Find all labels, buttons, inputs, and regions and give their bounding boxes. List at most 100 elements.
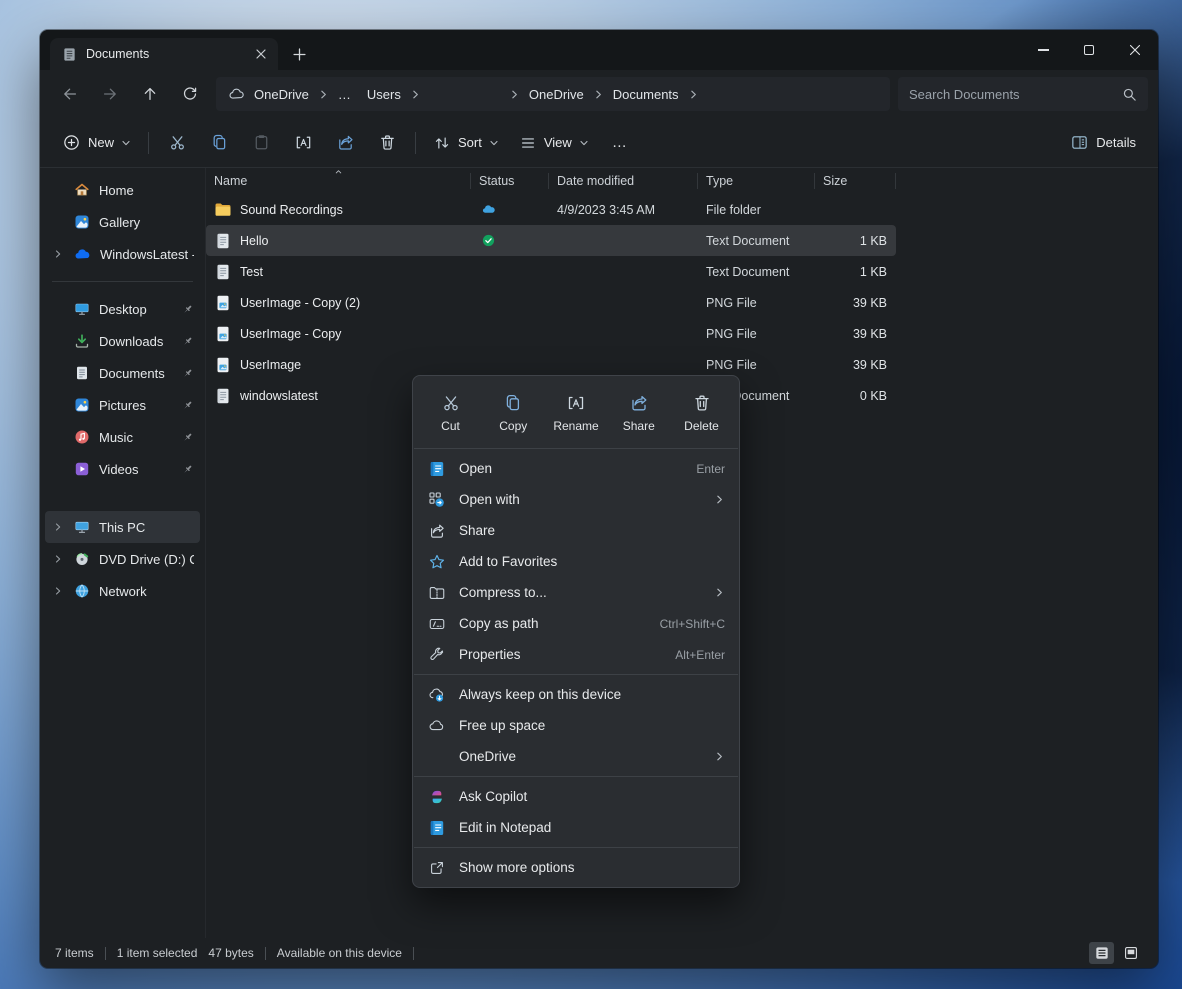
sidebar-item-this-pc[interactable]: This PC: [45, 511, 200, 543]
sidebar-item-downloads[interactable]: Downloads: [45, 325, 200, 357]
menu-item-show-more-options[interactable]: Show more options: [413, 852, 739, 883]
new-button-label: New: [88, 135, 114, 150]
column-header-status[interactable]: Status: [471, 168, 549, 194]
sidebar-item-onedrive-windowslatest[interactable]: WindowsLatest - Pe: [45, 238, 200, 270]
search-input[interactable]: Search Documents: [898, 77, 1148, 111]
more-options-button[interactable]: …: [600, 125, 640, 161]
menu-item-properties[interactable]: Properties Alt+Enter: [413, 639, 739, 670]
minimize-button[interactable]: [1020, 30, 1066, 70]
copilot-icon: [427, 787, 446, 806]
arrow-right-icon: [101, 85, 119, 103]
column-header-type[interactable]: Type: [698, 168, 815, 194]
file-row-hello-selected[interactable]: Hello Text Document 1 KB: [206, 225, 896, 256]
address-bar-row: OneDrive … Users OneDrive Documents Sear…: [40, 70, 1158, 118]
file-name: Hello: [240, 234, 269, 248]
paste-button[interactable]: [241, 125, 281, 161]
refresh-button[interactable]: [170, 76, 210, 112]
column-header-name[interactable]: Name: [206, 168, 471, 194]
back-button[interactable]: [50, 76, 90, 112]
breadcrumb-segment-users[interactable]: Users: [360, 84, 408, 105]
menu-item-share[interactable]: Share: [413, 515, 739, 546]
chevron-right-icon: [53, 554, 63, 564]
menu-item-edit-in-notepad[interactable]: Edit in Notepad: [413, 812, 739, 843]
menu-item-open[interactable]: Open Enter: [413, 453, 739, 484]
menu-item-onedrive[interactable]: OneDrive: [413, 741, 739, 772]
close-icon: [256, 49, 266, 59]
maximize-icon: [1084, 45, 1094, 55]
tab-documents[interactable]: Documents: [50, 38, 278, 70]
details-pane-button[interactable]: Details: [1061, 125, 1145, 161]
new-tab-button[interactable]: [284, 39, 314, 69]
sidebar-item-desktop[interactable]: Desktop: [45, 293, 200, 325]
sidebar-item-music[interactable]: Music: [45, 421, 200, 453]
dvd-drive-icon: [74, 551, 90, 567]
sidebar-item-videos[interactable]: Videos: [45, 453, 200, 485]
forward-button[interactable]: [90, 76, 130, 112]
sync-status-cloud-icon: [471, 194, 549, 225]
column-headers: Name Status Date modified Type Size: [206, 168, 1158, 194]
sidebar-item-documents[interactable]: Documents: [45, 357, 200, 389]
new-button[interactable]: New: [53, 125, 140, 161]
text-file-icon: [214, 263, 232, 281]
sidebar-item-network[interactable]: Network: [45, 575, 200, 607]
context-cut-button[interactable]: Cut: [421, 386, 480, 438]
sort-button[interactable]: Sort: [424, 125, 508, 161]
tab-close-button[interactable]: [252, 45, 270, 63]
context-rename-button[interactable]: Rename: [547, 386, 606, 438]
file-row-userimage-copy-2[interactable]: UserImage - Copy (2) PNG File 39 KB: [206, 287, 896, 318]
column-header-size[interactable]: Size: [815, 168, 896, 194]
menu-item-compress-to[interactable]: Compress to...: [413, 577, 739, 608]
breadcrumb-segment-onedrive-root[interactable]: OneDrive: [247, 84, 316, 105]
wrench-icon: [427, 645, 446, 664]
maximize-button[interactable]: [1066, 30, 1112, 70]
share-button[interactable]: [325, 125, 365, 161]
close-button[interactable]: [1112, 30, 1158, 70]
file-row-test[interactable]: Test Text Document 1 KB: [206, 256, 896, 287]
file-row-userimage-copy[interactable]: UserImage - Copy PNG File 39 KB: [206, 318, 896, 349]
sidebar-item-gallery[interactable]: Gallery: [45, 206, 200, 238]
delete-button[interactable]: [367, 125, 407, 161]
open-with-icon: [427, 490, 446, 509]
chevron-down-icon: [489, 138, 499, 148]
rename-button[interactable]: [283, 125, 323, 161]
breadcrumb-segment-onedrive[interactable]: OneDrive: [522, 84, 591, 105]
sidebar-item-label: Gallery: [99, 215, 194, 230]
sidebar-item-home[interactable]: Home: [45, 174, 200, 206]
breadcrumb[interactable]: OneDrive … Users OneDrive Documents: [216, 77, 890, 111]
cut-button[interactable]: [157, 125, 197, 161]
file-name: UserImage - Copy (2): [240, 296, 360, 310]
share-icon: [629, 393, 649, 413]
column-header-date-modified[interactable]: Date modified: [549, 168, 698, 194]
context-share-button[interactable]: Share: [609, 386, 668, 438]
sidebar-item-pictures[interactable]: Pictures: [45, 389, 200, 421]
home-icon: [74, 182, 90, 198]
copy-button[interactable]: [199, 125, 239, 161]
file-row-sound-recordings[interactable]: Sound Recordings 4/9/2023 3:45 AM File f…: [206, 194, 896, 225]
rename-icon: [294, 133, 313, 152]
menu-item-add-to-favorites[interactable]: Add to Favorites: [413, 546, 739, 577]
cut-icon: [168, 133, 187, 152]
image-file-icon: [214, 325, 232, 343]
details-view-toggle[interactable]: [1089, 942, 1114, 964]
music-icon: [74, 429, 90, 445]
view-button[interactable]: View: [510, 125, 598, 161]
menu-item-open-with[interactable]: Open with: [413, 484, 739, 515]
menu-item-always-keep-on-device[interactable]: Always keep on this device: [413, 679, 739, 710]
chevron-right-icon: [53, 586, 63, 596]
search-icon: [1122, 87, 1137, 102]
context-copy-button[interactable]: Copy: [484, 386, 543, 438]
breadcrumb-segment-documents[interactable]: Documents: [606, 84, 686, 105]
chevron-right-icon[interactable]: [318, 89, 329, 100]
menu-item-copy-as-path[interactable]: Copy as path Ctrl+Shift+C: [413, 608, 739, 639]
sidebar-item-dvd-drive[interactable]: DVD Drive (D:) CCC: [45, 543, 200, 575]
plus-icon: [293, 48, 306, 61]
breadcrumb-overflow-button[interactable]: …: [331, 84, 358, 105]
context-delete-button[interactable]: Delete: [672, 386, 731, 438]
chevron-right-icon: [53, 522, 63, 532]
pictures-icon: [74, 397, 90, 413]
menu-item-free-up-space[interactable]: Free up space: [413, 710, 739, 741]
menu-separator: [414, 847, 738, 848]
up-button[interactable]: [130, 76, 170, 112]
menu-item-ask-copilot[interactable]: Ask Copilot: [413, 781, 739, 812]
large-thumbnails-view-toggle[interactable]: [1118, 942, 1143, 964]
